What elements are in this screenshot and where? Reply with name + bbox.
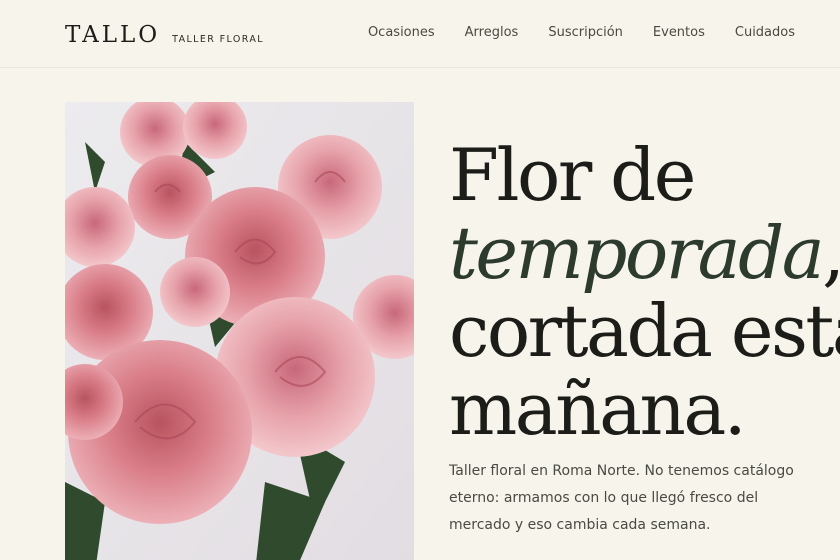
- headline-line-1: Flor de: [449, 133, 696, 217]
- nav-link-ocasiones[interactable]: Ocasiones: [368, 24, 435, 42]
- hero-intro-text: Taller floral en Roma Norte. No tenemos …: [449, 463, 794, 533]
- site-header: TALLO TALLER FLORAL Ocasiones Arreglos S…: [0, 0, 840, 68]
- headline-line-3: cortada esta: [449, 289, 840, 373]
- main-nav: Ocasiones Arreglos Suscripción Eventos C…: [338, 24, 795, 42]
- hero-headline: Flor de temporada, cortada esta mañana.: [449, 136, 840, 448]
- nav-link-eventos[interactable]: Eventos: [653, 24, 705, 42]
- brand-name: TALLO: [65, 22, 161, 48]
- brand-logo[interactable]: TALLO TALLER FLORAL: [65, 20, 264, 50]
- nav-link-arreglos[interactable]: Arreglos: [465, 24, 519, 42]
- headline-line-4: mañana.: [449, 367, 747, 451]
- nav-link-suscripcion[interactable]: Suscripción: [548, 24, 623, 42]
- brand-tagline: TALLER FLORAL: [172, 34, 264, 45]
- headline-line-2: temporada,: [449, 214, 840, 292]
- headline-comma: ,: [822, 211, 840, 295]
- headline-accent: temporada: [449, 211, 825, 295]
- nav-link-cuidados[interactable]: Cuidados: [735, 24, 795, 42]
- hero-photo-pink-roses: [65, 102, 414, 560]
